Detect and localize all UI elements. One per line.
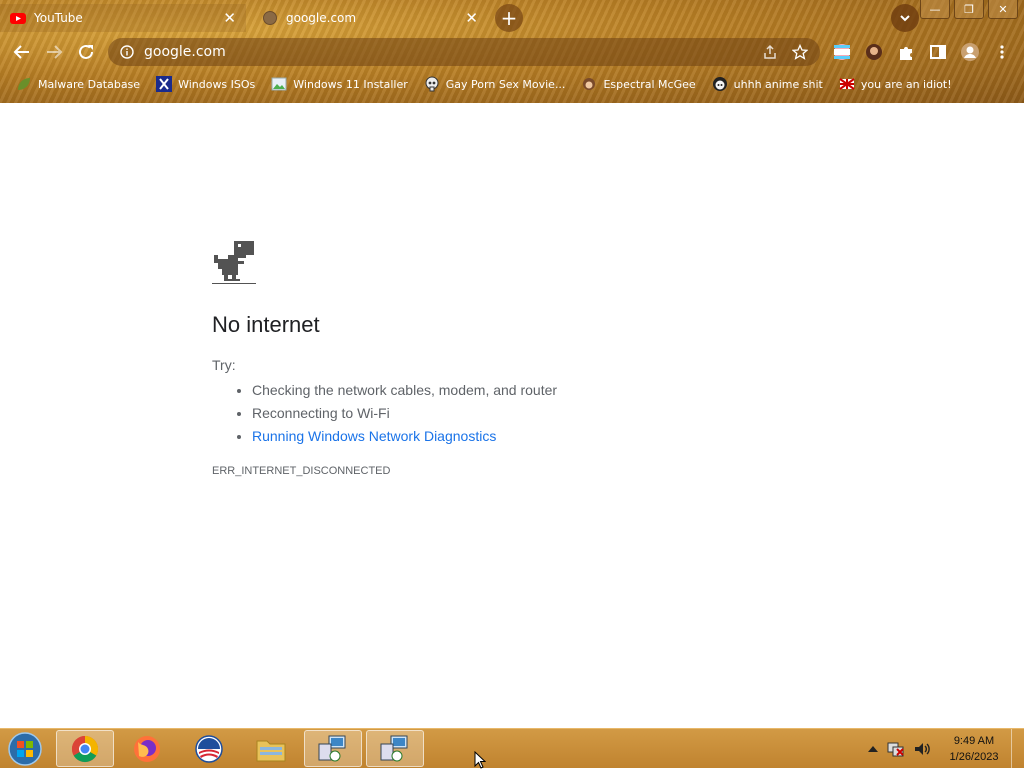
bookmark-windows-11-installer[interactable]: Windows 11 Installer [271,76,408,92]
reload-icon [79,44,93,59]
skull-icon [425,76,439,92]
youtube-icon [10,13,26,24]
leaf-icon [18,78,30,90]
side-panel-icon[interactable] [928,42,948,62]
flag-icon [839,78,855,90]
network-disconnected-icon[interactable] [887,741,905,757]
close-tab-icon[interactable]: ✕ [223,9,236,27]
bookmark-label: Windows 11 Installer [293,77,408,91]
dinosaur-icon [212,241,256,284]
x-icon [156,76,173,92]
bookmark-gay-porn-sex-movie[interactable]: Gay Porn Sex Movie... [424,76,566,92]
bookmark-label: Malware Database [38,77,141,91]
bookmark-uhhh-anime-shit[interactable]: uhhh anime shit [712,76,823,92]
network-computer-icon [380,735,408,761]
info-icon[interactable] [120,45,134,59]
mouse-cursor-icon [474,751,486,769]
clock[interactable]: 9:49 AM 1/26/2023 [937,733,1011,765]
start-button[interactable] [6,731,44,767]
bookmark-label: Windows ISOs [178,77,256,91]
page-content: No internet Try: Checking the network ca… [0,103,1024,728]
tab-search-button[interactable] [891,4,919,32]
url-text[interactable]: google.com [144,44,226,60]
taskbar-firefox[interactable] [118,730,176,767]
show-desktop-button[interactable] [1011,729,1024,769]
clock-date: 1/26/2023 [949,751,999,763]
forward-button[interactable] [42,40,66,64]
error-title: No internet [212,312,320,337]
anime-icon [712,77,727,91]
network-diagnostics-link[interactable]: Running Windows Network Diagnostics [252,428,496,444]
bookmark-label: uhhh anime shit [733,77,823,91]
try-label: Try: [212,357,236,373]
trans-flag-extension-icon[interactable] [832,42,852,62]
taskbar-network-app-2[interactable] [366,730,424,767]
puzzle-icon[interactable] [896,42,916,62]
new-tab-button[interactable]: + [495,4,523,32]
profile-avatar[interactable] [960,42,980,62]
taskbar: 9:49 AM 1/26/2023 [0,728,1024,769]
suggestion-item: Running Windows Network Diagnostics [252,425,557,448]
kebab-menu-icon[interactable] [992,42,1012,62]
tab-youtube[interactable]: YouTube ✕ [0,4,246,32]
bookmark-label: Espectral McGee [603,77,696,91]
volume-icon[interactable] [913,741,931,757]
image-icon [271,77,287,91]
network-computer-icon [318,735,346,761]
taskbar-chrome[interactable] [56,730,114,767]
minimize-button[interactable]: — [920,0,950,19]
system-tray: 9:49 AM 1/26/2023 [867,729,1024,769]
bookmarks-bar: Malware Database Windows ISOs Windows 11… [0,72,952,96]
taskbar-obama[interactable] [180,730,238,767]
suggestion-item: Reconnecting to Wi-Fi [252,402,557,425]
browser-chrome: YouTube ✕ google.com ✕ + — ❐ ✕ google.co… [0,0,1024,103]
character-icon [583,78,596,90]
bookmark-label: you are an idiot! [860,77,952,91]
arrow-right-icon [47,45,63,59]
clock-time: 9:49 AM [953,735,995,747]
avatar-extension-icon[interactable] [864,42,884,62]
star-icon[interactable] [792,44,808,60]
close-tab-icon[interactable]: ✕ [465,9,478,27]
suggestion-list: Checking the network cables, modem, and … [212,379,557,448]
bookmark-label: Gay Porn Sex Movie... [445,77,566,91]
show-hidden-icons-icon[interactable] [867,744,879,754]
chrome-icon [71,735,99,762]
close-window-button[interactable]: ✕ [988,0,1018,19]
bookmark-espectral-mcgee[interactable]: Espectral McGee [581,76,696,92]
window-controls: — ❐ ✕ [916,0,1018,19]
taskbar-file-explorer[interactable] [242,730,300,767]
obama-logo-icon [195,734,223,763]
bookmark-you-are-an-idiot[interactable]: you are an idiot! [839,76,952,92]
share-icon[interactable] [762,44,778,60]
windows-orb-icon [8,732,42,766]
suggestion-item: Checking the network cables, modem, and … [252,379,557,402]
bookmark-malware-database[interactable]: Malware Database [16,76,140,92]
tab-title: google.com [286,11,357,25]
bookmark-windows-isos[interactable]: Windows ISOs [156,76,255,92]
arrow-left-icon [13,45,29,59]
tab-google[interactable]: google.com ✕ [252,4,488,32]
chevron-down-icon [900,15,910,22]
address-bar[interactable]: google.com [108,38,820,66]
restore-button[interactable]: ❐ [954,0,984,19]
error-code: ERR_INTERNET_DISCONNECTED [212,465,391,477]
tab-title: YouTube [34,11,83,25]
globe-icon [263,11,277,25]
folder-icon [256,740,286,761]
back-button[interactable] [10,40,34,64]
firefox-icon [134,735,160,762]
reload-button[interactable] [74,40,98,64]
taskbar-network-app-1[interactable] [304,730,362,767]
